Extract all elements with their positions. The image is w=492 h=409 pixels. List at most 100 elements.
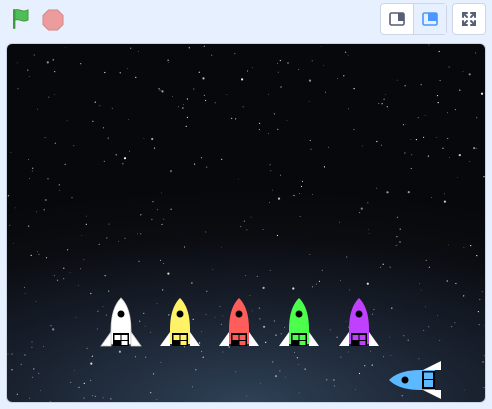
star [127, 119, 129, 120]
game-stage[interactable] [6, 43, 486, 403]
star [315, 283, 317, 285]
star [437, 102, 439, 104]
star [361, 145, 363, 147]
star [238, 178, 239, 180]
star [205, 99, 207, 102]
star [353, 128, 355, 131]
star [470, 245, 472, 247]
star [11, 353, 13, 355]
star [45, 257, 48, 259]
star [67, 249, 69, 251]
star [256, 275, 258, 277]
star [326, 379, 328, 381]
star [348, 108, 349, 110]
star [478, 324, 480, 326]
star [407, 191, 410, 194]
star [311, 60, 313, 62]
star [368, 233, 370, 235]
star [54, 142, 56, 144]
star [107, 137, 109, 139]
star [242, 106, 244, 108]
star [448, 66, 450, 68]
star [33, 368, 35, 370]
star [292, 287, 295, 290]
star [347, 54, 349, 56]
star [183, 103, 185, 105]
green-flag-icon [13, 9, 29, 29]
star [270, 170, 272, 172]
star [32, 167, 34, 169]
star [124, 237, 126, 239]
star [425, 259, 427, 261]
star [399, 228, 401, 230]
star [382, 263, 384, 265]
star [135, 76, 137, 78]
star [475, 52, 477, 54]
star [205, 231, 207, 233]
star [428, 266, 430, 268]
star [156, 399, 158, 401]
star [246, 70, 249, 72]
rocket-red[interactable] [217, 296, 261, 352]
fullscreen-button[interactable] [452, 3, 486, 35]
star [318, 280, 321, 282]
star [83, 397, 85, 399]
star [301, 180, 304, 182]
star [447, 137, 449, 140]
green-flag-button[interactable] [8, 6, 34, 32]
star [407, 339, 409, 341]
star [277, 197, 281, 200]
star [50, 325, 52, 327]
stage-size-toggle [380, 3, 447, 35]
star [193, 88, 195, 90]
star [323, 166, 326, 168]
player-ship[interactable] [387, 359, 447, 401]
star [195, 369, 197, 371]
star [389, 336, 391, 338]
rocket-yellow[interactable] [158, 296, 202, 352]
star [476, 255, 478, 257]
star [161, 223, 163, 225]
small-stage-button[interactable] [381, 4, 414, 34]
normal-stage-button[interactable] [414, 4, 446, 34]
star [198, 71, 200, 73]
star [396, 79, 398, 81]
rocket-green[interactable] [277, 296, 321, 352]
star [269, 164, 271, 166]
star [85, 223, 87, 225]
star [30, 254, 32, 256]
rocket-purple[interactable] [337, 296, 381, 352]
star [90, 379, 92, 381]
star [381, 103, 383, 105]
star [161, 192, 163, 194]
star [43, 346, 44, 347]
star [45, 199, 47, 201]
star [159, 89, 161, 91]
star [63, 267, 65, 269]
star [425, 306, 426, 308]
star [186, 116, 188, 118]
star [355, 389, 356, 390]
star [300, 185, 303, 188]
star [221, 158, 223, 160]
star [40, 390, 41, 392]
stop-button[interactable] [40, 7, 66, 33]
star [396, 244, 398, 246]
star [71, 197, 73, 199]
rocket-white[interactable] [99, 296, 143, 352]
star [298, 392, 300, 394]
star [439, 339, 441, 341]
star [299, 193, 301, 195]
star [274, 375, 278, 378]
star [272, 189, 273, 191]
star [447, 244, 449, 246]
star [390, 354, 392, 356]
star [63, 278, 65, 280]
star [243, 220, 245, 222]
star [245, 275, 247, 276]
star [70, 381, 72, 383]
star [378, 102, 380, 105]
star [203, 94, 205, 96]
star [340, 280, 341, 281]
star [99, 105, 101, 107]
